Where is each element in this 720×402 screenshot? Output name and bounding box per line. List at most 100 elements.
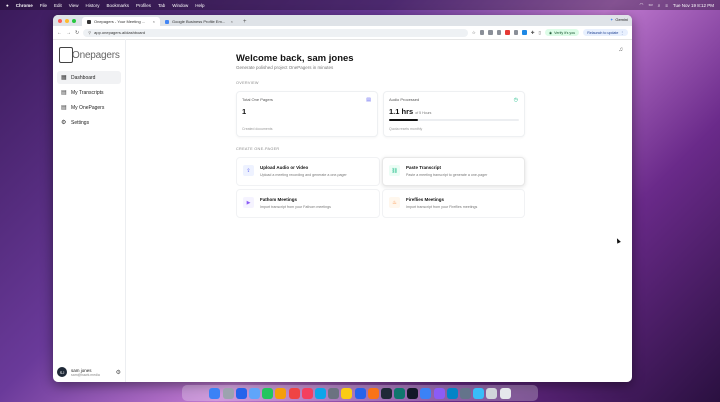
fire-icon: ♨ [389,197,400,208]
back-icon[interactable]: ← [57,30,62,36]
notification-bell-icon[interactable]: ♫ [619,47,624,53]
relaunch-chip[interactable]: Relaunch to update ⋮ [583,29,628,36]
menubar-item-edit[interactable]: Edit [54,3,62,8]
close-window-button[interactable] [58,19,62,23]
gemini-button[interactable]: ✦ Gemini [610,17,628,22]
stat-value-number: 1.1 hrs [389,107,414,116]
kebab-menu-icon[interactable]: ⋮ [620,31,624,35]
sidebar-item-my-transcripts[interactable]: ▤ My Transcripts [57,86,121,99]
menubar-item-window[interactable]: Window [172,3,188,8]
stat-caption: Quota resets monthly [389,127,423,131]
extension-icon[interactable] [513,30,519,35]
photos-icon[interactable] [275,387,287,399]
search-icon[interactable]: ⌕ [658,3,661,8]
app-icon[interactable] [394,387,406,399]
browser-window: Onepagers - Your Meeting ... × Google Bu… [53,15,632,382]
trash-icon[interactable] [499,387,511,399]
app-content: Onepagers ▦ Dashboard ▤ My Transcripts ▤… [53,39,632,382]
app-icon[interactable] [460,387,471,399]
upload-audio-video-card[interactable]: ⇪ Upload Audio or Video Upload a meeting… [236,157,380,186]
app-icon[interactable] [367,387,379,399]
wifi-icon[interactable]: ◠ [640,2,644,8]
site-info-icon[interactable]: ⚲ [88,30,91,35]
tab-google-business[interactable]: Google Business Profile Em... × [160,17,238,26]
action-description: Upload a meeting recording and generate … [260,173,347,177]
close-tab-icon[interactable]: × [231,19,233,24]
app-icon[interactable] [354,387,366,399]
sidebar-item-dashboard[interactable]: ▦ Dashboard [57,71,121,84]
menubar-item-profiles[interactable]: Profiles [136,3,151,8]
extension-icon[interactable] [488,30,493,35]
app-icon[interactable] [314,387,326,399]
fathom-meetings-card[interactable]: ▶ Fathom Meetings Import transcript from… [236,189,380,218]
action-title: Fireflies Meetings [406,197,445,202]
sidebar-item-my-onepagers[interactable]: ▤ My OnePagers [57,101,121,114]
extension-icon[interactable] [522,30,527,35]
user-settings-icon[interactable]: ⚙ [116,369,121,376]
menubar-clock[interactable]: Tue Nov 19 8:12 PM [673,3,714,8]
verify-chip[interactable]: ◉ Verify it's you [545,29,580,36]
messages-icon[interactable] [262,387,274,399]
tab-onepagers[interactable]: Onepagers - Your Meeting ... × [82,17,160,26]
extension-icon[interactable] [496,30,502,35]
user-email: sam@hawk.media [71,372,100,377]
extension-icon[interactable] [505,30,510,35]
sidebar-item-label: Dashboard [71,74,96,81]
close-tab-icon[interactable]: × [153,19,155,24]
safari-icon[interactable] [249,387,260,399]
address-bar[interactable]: ⚲ app.onepagers.ai/dashboard [83,28,468,37]
page-title: Welcome back, sam jones [236,53,354,64]
action-title: Upload Audio or Video [260,165,309,170]
app-logo[interactable]: Onepagers [53,39,125,63]
reload-icon[interactable]: ↻ [75,30,79,36]
battery-icon[interactable]: ▭ [648,2,652,8]
menubar-item-history[interactable]: History [85,3,99,8]
app-icon[interactable] [486,387,498,399]
menubar-item-file[interactable]: File [40,3,47,8]
menubar-item-help[interactable]: Help [195,3,204,8]
action-description: Import transcript from your Fireflies me… [406,205,478,209]
sidepanel-icon[interactable]: ▯ [539,30,541,36]
menubar-item-bookmarks[interactable]: Bookmarks [106,3,129,8]
stat-value: 1.1 hrs of 5 Hours [389,107,431,116]
app-icon[interactable] [473,387,485,399]
extension-icon[interactable] [479,30,485,35]
forward-icon[interactable]: → [66,30,71,36]
stat-caption: Created documents [242,127,273,131]
menubar-item-tab[interactable]: Tab [158,3,165,8]
paste-transcript-card[interactable]: ⛓ Paste Transcript Paste a meeting trans… [382,157,525,186]
finder-icon[interactable] [209,387,221,399]
control-center-icon[interactable]: ≡ [665,3,668,8]
music-icon[interactable] [301,387,313,399]
video-icon: ▶ [243,197,254,208]
menubar-app-name[interactable]: Chrome [16,3,33,8]
avatar: SJ [57,367,67,377]
macos-dock [182,385,538,401]
user-profile[interactable]: SJ sam jones sam@hawk.media ⚙ [57,367,121,377]
action-description: Paste a meeting transcript to generate a… [406,173,488,177]
star-icon[interactable]: ☆ [472,30,476,36]
new-tab-button[interactable]: + [238,19,252,26]
app-icon[interactable] [446,387,458,399]
sidebar-item-settings[interactable]: ⚙ Settings [57,116,121,129]
clock-icon: ◷ [513,97,518,103]
launchpad-icon[interactable] [222,387,234,399]
menubar-item-view[interactable]: View [69,3,79,8]
zoom-window-button[interactable] [72,19,76,23]
apple-icon[interactable]: ● [6,3,9,8]
system-settings-icon[interactable] [328,387,340,399]
puzzle-icon[interactable]: ✚ [531,30,535,36]
logo-mark-icon [59,47,73,63]
minimize-window-button[interactable] [65,19,69,23]
chrome-icon[interactable] [341,387,353,399]
app-icon[interactable] [380,387,392,399]
app-icon[interactable] [420,387,432,399]
app-icon[interactable] [433,387,445,399]
app-store-icon[interactable] [235,387,247,399]
dashboard-icon: ▦ [61,74,67,81]
create-onepager-label: CREATE ONE-PAGER [236,147,280,151]
calendar-icon[interactable] [288,387,300,399]
macos-menubar: ● Chrome File Edit View History Bookmark… [0,0,720,10]
app-icon[interactable] [407,387,419,399]
fireflies-meetings-card[interactable]: ♨ Fireflies Meetings Import transcript f… [382,189,525,218]
